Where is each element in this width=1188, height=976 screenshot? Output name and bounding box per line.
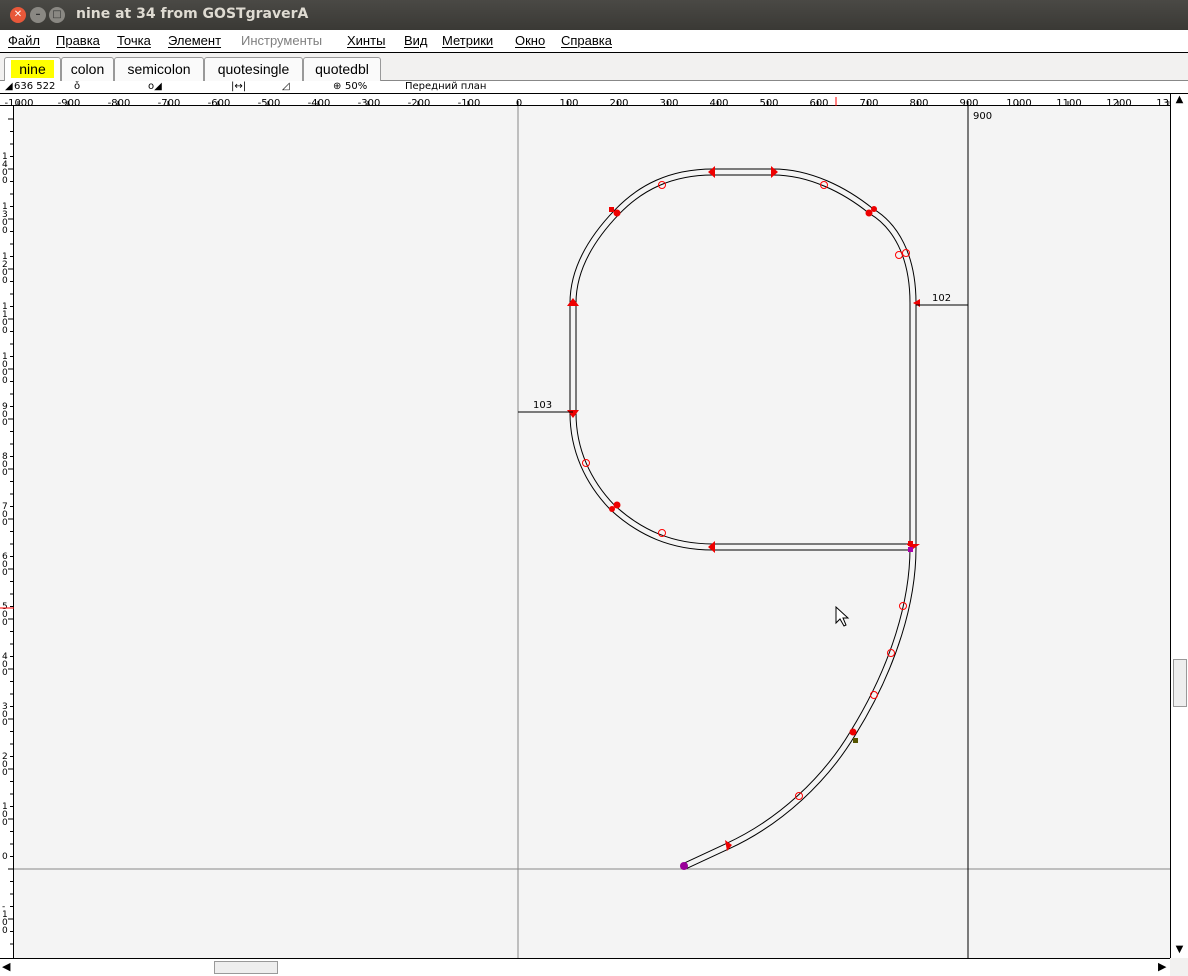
horizontal-scroll-thumb[interactable] [214,961,278,974]
ruler-label: 1300 [2,202,8,236]
right-bearing-measure: 102 [916,293,968,306]
horizontal-ruler: -1000 -900 -800 -700 -600 -500 -400 -300 -200 -10… [0,94,1182,109]
cursor-coords: 636 522 [14,81,56,92]
vertical-scroll-thumb[interactable] [1173,659,1187,707]
maximize-button[interactable]: □ [49,7,65,23]
ruler-label: 1400 [2,152,8,186]
ruler-label: 800 [2,452,8,478]
pointer-icon: ◢ [5,81,13,92]
control-points[interactable] [582,181,910,800]
curve-point [871,206,877,212]
corner-point [708,541,715,553]
scroll-down-icon[interactable]: ▼ [1171,944,1188,956]
corner-point [567,298,579,306]
corner-point [771,166,778,178]
start-point [680,862,688,870]
scroll-right-icon[interactable]: ▶ [1158,960,1166,973]
menu-help[interactable]: Справка [561,33,612,48]
ruler-label: 1200 [2,252,8,286]
start-point [908,547,913,552]
advance-width-label: 900 [973,111,992,122]
svg-text:103: 103 [533,400,552,411]
hint-point [853,738,858,743]
tangent-point [609,207,614,212]
curve-point [609,506,615,512]
corner-point [908,541,913,546]
close-button[interactable]: ✕ [10,7,26,23]
window-title: nine at 34 from GOSTgraverA [76,6,309,22]
vertical-ruler: 1400130012001100100090080070060050040030… [0,106,14,958]
point-info-icon: ǒ [74,81,81,92]
ruler-label: 1100 [2,302,8,336]
tab-nine[interactable]: nine [4,57,61,81]
curve-point [849,728,857,736]
zoom-icon: ⊕ [333,81,342,92]
left-bearing-measure: 103 [518,400,573,413]
ruler-label: 1000 [2,352,8,386]
corner-point [708,166,715,178]
tab-quotesingle[interactable]: quotesingle [204,57,303,81]
glyph-tabs: nine colon semicolon quotesingle quotedb… [0,55,1188,81]
menu-edit[interactable]: Правка [56,33,100,48]
svg-text:102: 102 [932,293,951,304]
menu-tools: Инструменты [241,33,323,48]
menu-point[interactable]: Точка [117,33,151,48]
ruler-label: 300 [2,702,8,728]
horizontal-scrollbar[interactable]: ◀ ▶ [0,958,1170,976]
ruler-label: 200 [2,752,8,778]
distance-icon: |↔| [231,81,247,92]
ruler-label: 900 [2,402,8,428]
menu-file[interactable]: Файл [8,33,40,48]
ruler-label: -100 [2,902,8,936]
angle-icon: ◿ [282,81,290,92]
glyph-canvas[interactable]: 900 103 102 [14,106,1170,958]
scroll-up-icon[interactable]: ▲ [1171,94,1188,106]
off-curve-point [895,251,903,259]
curve-point [613,209,621,217]
tab-semicolon[interactable]: semicolon [114,57,204,81]
title-bar: ✕ – □ nine at 34 from GOSTgraverA [0,0,1188,30]
corner-point [567,410,579,418]
menu-hints[interactable]: Хинты [347,33,385,48]
ruler-label: 700 [2,502,8,528]
menu-bar: Файл Правка Точка Элемент Инструменты Хи… [0,30,1188,53]
mouse-cursor-icon [835,605,850,627]
minimize-button[interactable]: – [30,7,46,23]
menu-window[interactable]: Окно [515,33,545,48]
tab-colon[interactable]: colon [61,57,114,81]
ruler-label: 400 [2,652,8,678]
menu-metrics[interactable]: Метрики [442,33,493,48]
tab-quotedbl[interactable]: quotedbl [303,57,381,81]
scroll-left-icon[interactable]: ◀ [2,960,10,973]
zoom-level: 50% [345,81,368,92]
glyph-outline[interactable] [569,168,917,870]
menu-view[interactable]: Вид [404,33,428,48]
ref-point-icon: o◢ [148,81,162,92]
ruler-label: 500 [2,602,8,628]
tab-label: nine [11,60,54,78]
ruler-label: 0 [2,852,8,862]
ruler-label: 600 [2,552,8,578]
ruler-label: 100 [2,802,8,828]
vertical-scrollbar[interactable]: ▲ ▼ [1170,94,1188,958]
info-bar: ◢ 636 522 ǒ o◢ |↔| ◿ ⊕ 50% Передний план [0,81,1188,94]
active-layer: Передний план [405,81,487,92]
menu-element[interactable]: Элемент [168,33,221,48]
